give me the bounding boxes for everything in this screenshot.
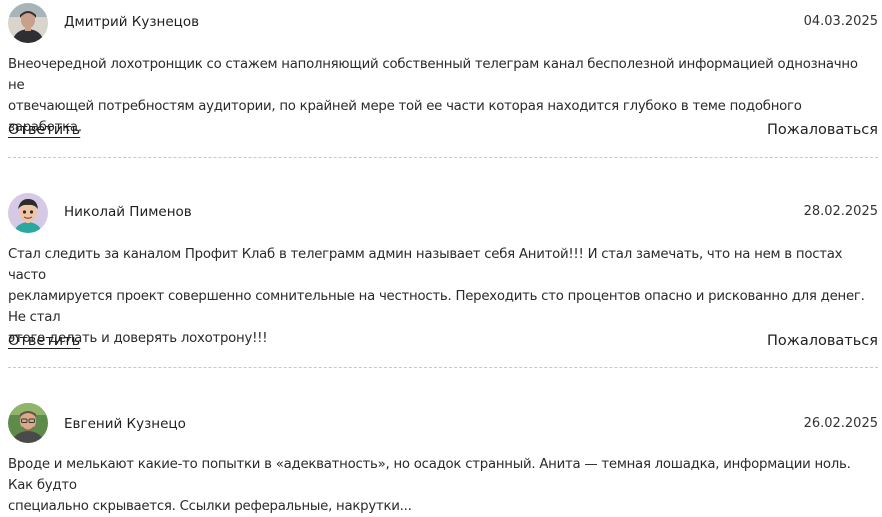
comment-date: 28.02.2025 bbox=[803, 204, 878, 219]
comment-item: Дмитрий Кузнецов 04.03.2025 Внеочередной… bbox=[8, 0, 878, 160]
reply-link[interactable]: Ответить bbox=[8, 122, 80, 138]
comment-text-line: рекламируется проект совершенно сомнител… bbox=[8, 289, 865, 325]
comment-item: Николай Пименов 28.02.2025 Стал следить … bbox=[8, 190, 878, 350]
comment-author: Дмитрий Кузнецов bbox=[64, 14, 200, 30]
comment-text: Внеочередной лохотронщик со стажем напол… bbox=[8, 54, 878, 138]
comment-text-line: отвечающей потребностям аудитории, по кр… bbox=[8, 99, 802, 135]
comment-text-line: Вроде и мелькают какие-то попытки в «аде… bbox=[8, 457, 851, 493]
comment-text-line: Стал следить за каналом Профит Клаб в те… bbox=[8, 247, 843, 283]
avatar bbox=[8, 193, 48, 233]
comment-text-line: специально скрывается. Ссылки реферальны… bbox=[8, 499, 412, 514]
report-link[interactable]: Пожаловаться bbox=[767, 122, 878, 138]
comment-author: Николай Пименов bbox=[64, 204, 192, 220]
comment-text-line: Внеочередной лохотронщик со стажем напол… bbox=[8, 57, 858, 93]
comment-date: 04.03.2025 bbox=[803, 14, 878, 29]
comment-text-line: этого делать и доверять лохотрону!!! bbox=[8, 331, 268, 346]
comment-text: Вроде и мелькают какие-то попытки в «аде… bbox=[8, 454, 878, 517]
report-link[interactable]: Пожаловаться bbox=[767, 333, 878, 349]
avatar bbox=[8, 403, 48, 443]
comment-text: Стал следить за каналом Профит Клаб в те… bbox=[8, 244, 878, 349]
comment-author: Евгений Кузнецо bbox=[64, 416, 186, 432]
divider bbox=[8, 367, 878, 368]
avatar bbox=[8, 3, 48, 43]
comment-item: Евгений Кузнецо 26.02.2025 Вроде и мельк… bbox=[8, 400, 878, 514]
divider bbox=[8, 157, 878, 158]
reply-link[interactable]: Ответить bbox=[8, 333, 80, 349]
comment-date: 26.02.2025 bbox=[803, 416, 878, 431]
